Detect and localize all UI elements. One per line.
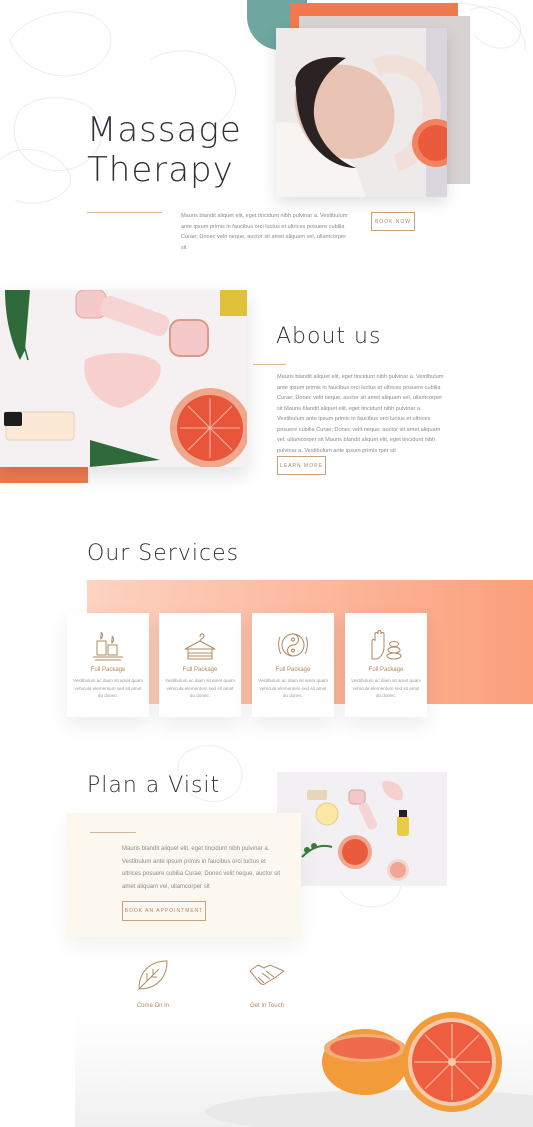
candles-icon [93,631,123,661]
about-photo-skincare [0,290,247,467]
visit-body-text: Mauris blandit aliquet elit, eget tincid… [122,846,281,890]
book-now-button[interactable]: Book Now [371,212,415,231]
about-body-text: Mauris blandit aliquet elit, eget tincid… [277,374,444,454]
visit-photo-products [277,772,447,886]
hero-divider [87,212,162,213]
hero-body-text: Mauris blandit aliquet elit, eget tincid… [181,213,348,251]
learn-more-button[interactable]: Learn More [277,456,326,475]
services-title: Our Services [87,541,240,566]
service-text: Vestibulum ac diam sit amet quam vehicul… [351,678,421,698]
about-title: About us [276,324,382,349]
visit-title: Plan a Visit [87,773,221,798]
yin-yang-icon [278,633,308,657]
hero-title-line2: Therapy [87,150,234,190]
visit-divider [90,832,136,833]
service-card-1[interactable]: Full Package Vestibulum ac diam sit amet… [67,613,149,717]
service-text: Vestibulum ac diam sit amet quam vehicul… [73,678,143,698]
service-card-4[interactable]: Full Package Vestibulum ac diam sit amet… [345,613,427,717]
leaf-icon [138,960,168,990]
service-text: Vestibulum ac diam sit amet quam vehicul… [258,678,328,698]
towel-hanger-icon [184,633,216,660]
book-appointment-button[interactable]: Book an Appointment [122,901,206,921]
hero-photo-massage [276,28,447,197]
about-divider [253,364,286,365]
service-card-2[interactable]: Full Package Vestibulum ac diam sit amet… [159,613,241,717]
feature-title: Get In Touch [250,1003,284,1009]
service-card-3[interactable]: Full Package Vestibulum ac diam sit amet… [252,613,334,717]
handshake-icon [249,964,285,985]
grapefruit-photo [75,1012,533,1127]
service-text: Vestibulum ac diam sit amet quam vehicul… [165,678,235,698]
hero-title-line1: Massage [87,110,242,150]
feature-title: Come On In [136,1003,170,1009]
hand-stones-icon [371,630,402,660]
